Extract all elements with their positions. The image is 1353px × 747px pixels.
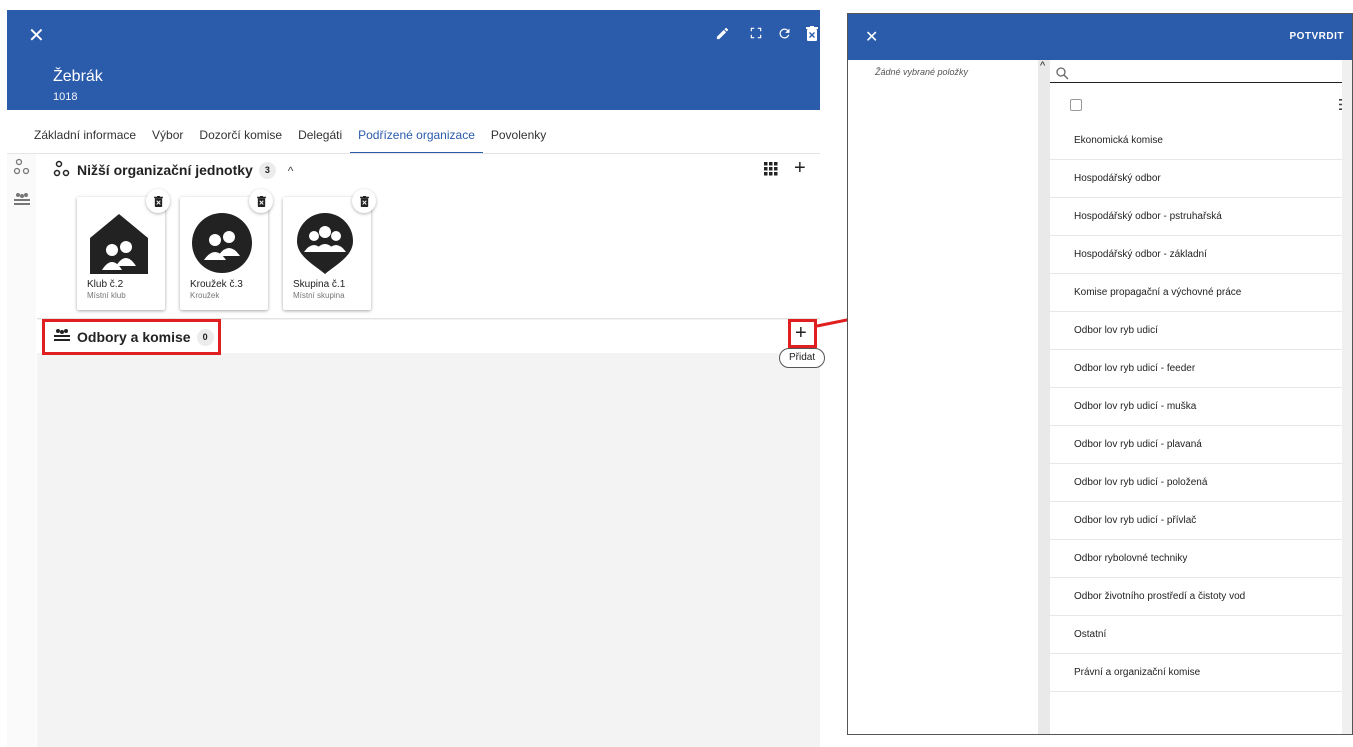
hierarchy-icon [53, 160, 71, 183]
confirm-button[interactable]: POTVRDIT [1289, 31, 1344, 42]
list-item[interactable]: Hospodářský odbor - pstruhařská [1050, 198, 1352, 236]
unit-card[interactable]: Skupina č.1 Místní skupina [283, 189, 376, 310]
empty-selection-text: Žádné vybrané položky [875, 67, 969, 77]
count-badge: 3 [258, 162, 276, 179]
annotation-box [788, 319, 817, 348]
dialog-header: ✕ POTVRDIT [848, 14, 1352, 60]
unit-name: Skupina č.1 [293, 279, 346, 290]
list-item[interactable]: Odbor rybolovné techniky [1050, 540, 1352, 578]
organization-detail-panel: ✕ Žebrák 1018 Základní informace Výbor D… [0, 0, 826, 747]
unit-name: Klub č.2 [87, 279, 124, 290]
unit-type: Kroužek [190, 291, 220, 300]
content-area: Nižší organizační jednotky 3 ^ + Klub č.2… [37, 154, 826, 747]
list-item[interactable]: Ekonomická komise [1050, 122, 1352, 160]
close-icon[interactable]: ✕ [28, 26, 45, 46]
scrollbar[interactable] [1342, 60, 1352, 734]
grid-view-icon[interactable] [764, 162, 778, 181]
list-item[interactable]: Odbor lov ryb udicí - feeder [1050, 350, 1352, 388]
list-item[interactable]: Odbor lov ryb udicí - položená [1050, 464, 1352, 502]
tab-podrizene-organizace[interactable]: Podřízené organizace [350, 118, 483, 154]
list-item[interactable]: Odbor lov ryb udicí [1050, 312, 1352, 350]
list-item[interactable]: Odbor lov ryb udicí - přívlač [1050, 502, 1352, 540]
delete-button[interactable] [146, 189, 170, 213]
search-input[interactable] [1072, 64, 1342, 82]
delete-button[interactable] [249, 189, 273, 213]
options-list: Ekonomická komise Hospodářský odbor Hosp… [1050, 83, 1352, 734]
tab-bar: Základní informace Výbor Dozorčí komise … [26, 118, 554, 154]
delete-icon [153, 195, 163, 207]
add-tooltip: Přidat [779, 348, 826, 368]
chevron-up-icon[interactable]: ^ [288, 164, 294, 178]
pin-group-icon [297, 213, 353, 274]
tab-vybor[interactable]: Výbor [144, 118, 191, 154]
column-divider [1038, 60, 1050, 734]
house-group-icon [90, 214, 148, 274]
delete-icon [256, 195, 266, 207]
search-icon [1056, 67, 1069, 80]
side-rail [7, 154, 36, 747]
annotation-box [42, 319, 221, 355]
page-subtitle: 1018 [53, 91, 78, 103]
circle-group-icon [192, 213, 252, 273]
hierarchy-icon[interactable] [12, 158, 32, 178]
lower-units-section: Nižší organizační jednotky 3 ^ + Klub č.2… [37, 154, 820, 319]
delete-icon[interactable] [803, 24, 821, 42]
unit-name: Kroužek č.3 [190, 279, 243, 290]
unit-type: Místní klub [87, 291, 126, 300]
tab-zakladni-informace[interactable]: Základní informace [26, 118, 144, 154]
groups-icon[interactable] [12, 190, 32, 210]
list-item[interactable]: Hospodářský odbor - základní [1050, 236, 1352, 274]
list-item[interactable]: Komise propagační a výchovné práce [1050, 274, 1352, 312]
add-icon[interactable]: + [794, 157, 806, 180]
list-item[interactable]: Hospodářský odbor [1050, 160, 1352, 198]
pencil-icon[interactable] [713, 24, 731, 42]
delete-button[interactable] [352, 189, 376, 213]
chevron-up-icon[interactable]: ^ [1040, 60, 1045, 72]
tab-povolenky[interactable]: Povolenky [483, 118, 554, 154]
delete-icon [359, 195, 369, 207]
unit-card[interactable]: Klub č.2 Místní klub [77, 189, 170, 310]
fullscreen-icon[interactable] [747, 24, 765, 42]
section-title: Nižší organizační jednotky 3 ^ [77, 162, 293, 179]
unit-card[interactable]: Kroužek č.3 Kroužek [180, 189, 273, 310]
list-item[interactable]: Právní a organizační komise [1050, 654, 1352, 692]
detail-header: ✕ Žebrák 1018 [7, 10, 820, 110]
tab-delegati[interactable]: Delegáti [290, 118, 350, 154]
list-item[interactable]: Ostatní [1050, 616, 1352, 654]
page-title: Žebrák [53, 68, 103, 85]
refresh-icon[interactable] [775, 24, 793, 42]
unit-type: Místní skupina [293, 291, 345, 300]
tab-dozorci-komise[interactable]: Dozorčí komise [191, 118, 290, 154]
section-title-text: Nižší organizační jednotky [77, 162, 253, 178]
list-item[interactable]: Odbor lov ryb udicí - muška [1050, 388, 1352, 426]
selection-dialog: ✕ POTVRDIT Žádné vybrané položky ^ Ekono… [847, 13, 1353, 735]
list-item[interactable]: Odbor lov ryb udicí - plavaná [1050, 426, 1352, 464]
select-all-checkbox[interactable] [1070, 99, 1082, 111]
list-item[interactable]: Odbor životního prostředí a čistoty vod [1050, 578, 1352, 616]
close-icon[interactable]: ✕ [865, 27, 878, 47]
